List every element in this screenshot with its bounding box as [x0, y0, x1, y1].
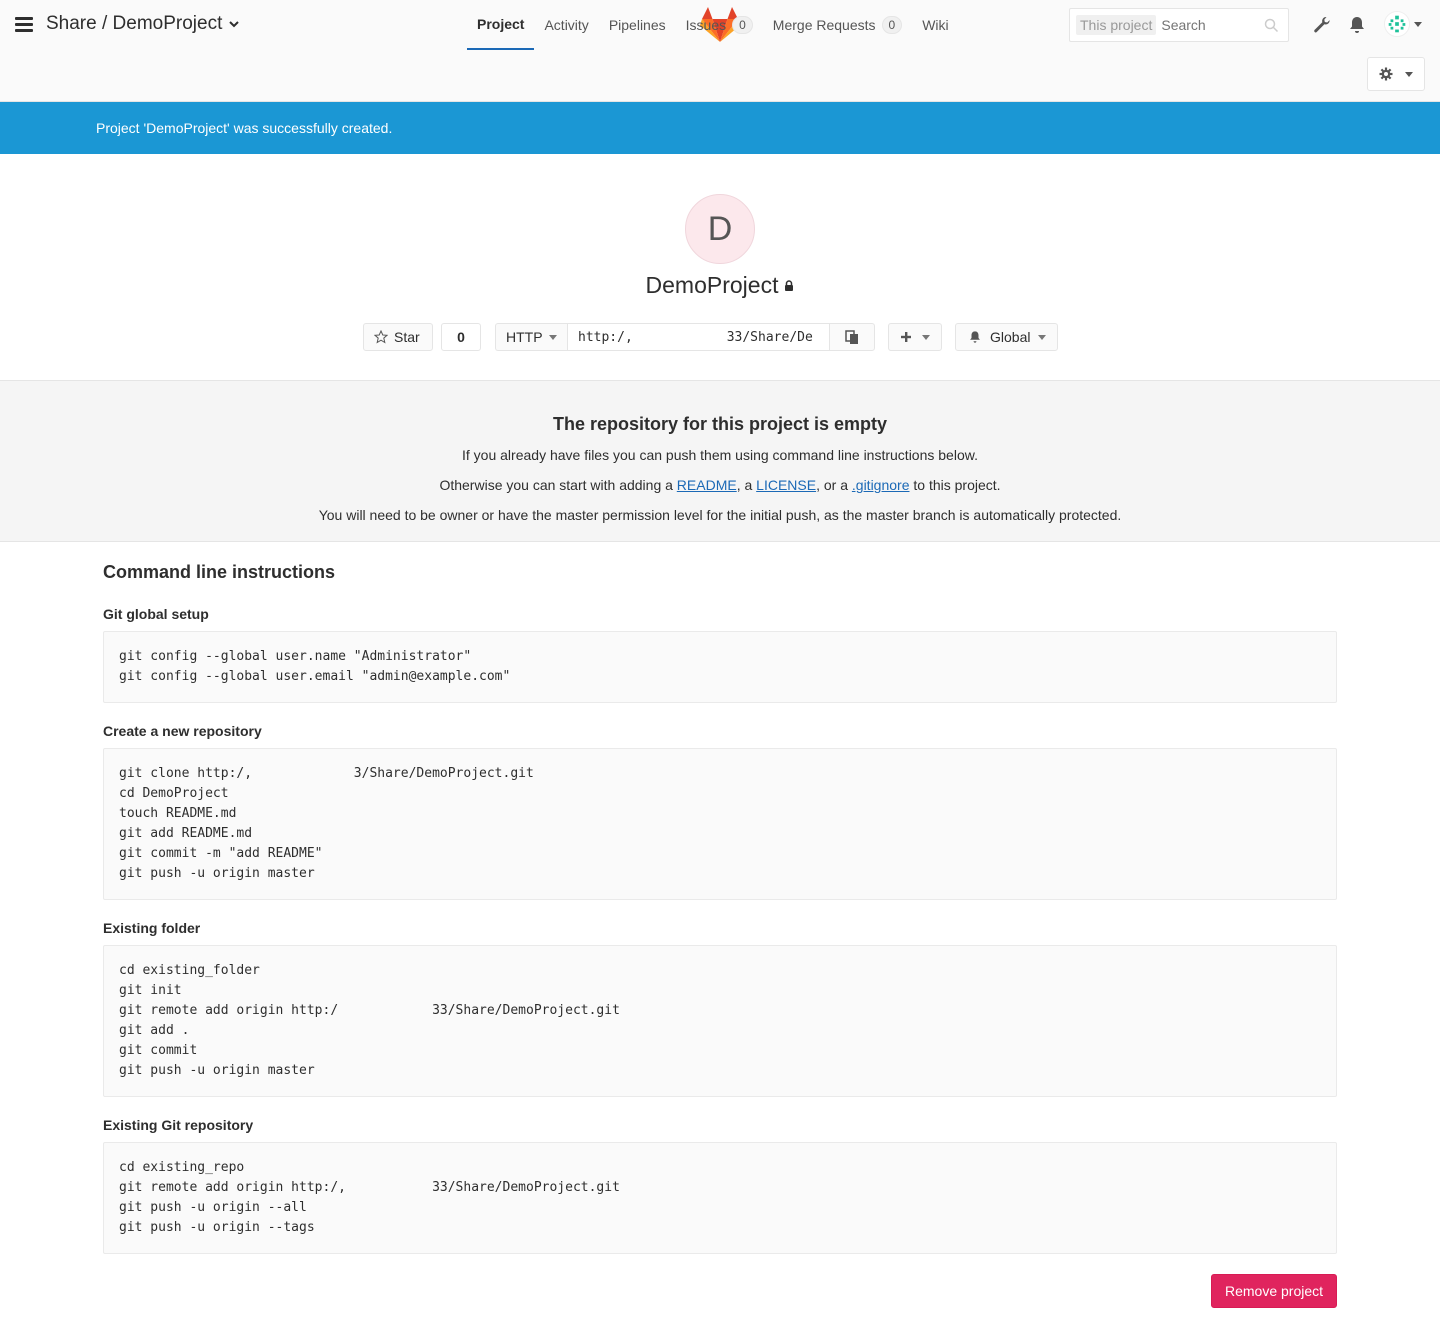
line2-sep: , a — [736, 477, 757, 493]
flash-notice: Project 'DemoProject' was successfully c… — [0, 102, 1440, 154]
copy-icon — [845, 329, 858, 344]
chevron-down-icon — [1405, 71, 1413, 77]
section-title-global-setup: Git global setup — [103, 606, 209, 622]
tab-activity[interactable]: Activity — [534, 0, 598, 50]
project-title: DemoProject — [0, 272, 1440, 299]
copy-url-button[interactable] — [829, 323, 875, 351]
line2-suffix: to this project. — [909, 477, 1001, 493]
license-link[interactable]: LICENSE — [756, 477, 816, 493]
tab-wiki[interactable]: Wiki — [912, 0, 958, 50]
line2-sep: , or a — [816, 477, 852, 493]
tab-pipelines[interactable]: Pipelines — [599, 0, 676, 50]
protocol-label: HTTP — [506, 329, 543, 345]
code-global-setup: git config --global user.name "Administr… — [103, 631, 1337, 703]
breadcrumb-text[interactable]: Share / DemoProject — [46, 13, 222, 35]
avatar-letter: D — [707, 209, 733, 248]
chevron-down-icon[interactable] — [228, 18, 240, 30]
empty-repo-line2: Otherwise you can start with adding a RE… — [0, 477, 1440, 493]
project-avatar: D — [685, 194, 755, 264]
notification-label: Global — [990, 329, 1031, 345]
issues-count-badge: 0 — [732, 16, 753, 34]
star-icon — [374, 330, 388, 344]
clone-protocol-dropdown[interactable]: HTTP — [495, 323, 568, 351]
chevron-down-icon — [548, 334, 557, 340]
notification-level-dropdown[interactable]: Global — [955, 323, 1058, 351]
tab-merge-requests[interactable]: Merge Requests 0 — [763, 0, 912, 50]
code-existing-folder: cd existing_folder git init git remote a… — [103, 945, 1337, 1097]
empty-repo-line3: You will need to be owner or have the ma… — [318, 507, 1122, 523]
search-icon — [1264, 18, 1279, 33]
search-scope-badge: This project — [1076, 15, 1157, 35]
code-existing-repo: cd existing_repo git remote add origin h… — [103, 1142, 1337, 1254]
top-header: Share / DemoProject This project Search … — [0, 0, 1440, 102]
tab-label: Pipelines — [608, 17, 666, 33]
menu-icon[interactable] — [15, 17, 33, 33]
section-title-new-repo: Create a new repository — [103, 723, 262, 739]
new-item-dropdown[interactable] — [888, 323, 942, 351]
chevron-down-icon — [922, 334, 930, 340]
star-count[interactable]: 0 — [441, 323, 481, 351]
tab-label: Issues — [685, 17, 727, 33]
section-title-existing-repo: Existing Git repository — [103, 1117, 254, 1133]
user-menu[interactable] — [1384, 11, 1422, 37]
gear-icon — [1379, 67, 1393, 81]
star-button[interactable]: Star — [363, 323, 433, 351]
project-tabs: Project Activity Pipelines Issues 0 Merge… — [467, 0, 959, 50]
project-name: DemoProject — [645, 272, 779, 298]
line2-prefix: Otherwise you can start with adding a — [439, 477, 677, 493]
bell-icon — [970, 331, 980, 343]
tab-label: Wiki — [922, 17, 949, 33]
search-input[interactable] — [1161, 17, 1258, 33]
plus-icon — [901, 332, 911, 342]
readme-link[interactable]: README — [677, 477, 737, 493]
code-new-repo: git clone http:/, 3/Share/DemoProject.gi… — [103, 748, 1337, 900]
lock-icon — [785, 280, 794, 291]
chevron-down-icon[interactable] — [1414, 21, 1422, 27]
tab-issues[interactable]: Issues 0 — [676, 0, 763, 50]
project-breadcrumb[interactable]: Share / DemoProject — [46, 13, 240, 35]
tab-project[interactable]: Project — [467, 0, 535, 50]
chevron-down-icon — [1038, 334, 1047, 340]
clone-url-input[interactable] — [567, 323, 830, 351]
tab-label: Activity — [544, 17, 589, 33]
user-avatar[interactable] — [1384, 11, 1410, 37]
remove-project-button[interactable]: Remove project — [1211, 1274, 1337, 1308]
cli-title: Command line instructions — [103, 562, 336, 582]
search-box[interactable]: This project — [1069, 8, 1289, 42]
mr-count-badge: 0 — [881, 16, 903, 34]
project-settings-button[interactable] — [1367, 57, 1425, 91]
empty-repo-title: The repository for this project is empty — [552, 414, 888, 434]
tab-label: Project — [477, 16, 525, 32]
empty-repo-line1: If you already have files you can push t… — [462, 447, 978, 463]
gitignore-link[interactable]: .gitignore — [852, 477, 910, 493]
empty-repo-panel: The repository for this project is empty… — [0, 380, 1440, 542]
section-title-existing-folder: Existing folder — [103, 920, 201, 936]
flash-message: Project 'DemoProject' was successfully c… — [96, 120, 393, 136]
star-label: Star — [394, 329, 420, 345]
tab-label: Merge Requests — [772, 17, 876, 33]
bell-icon[interactable] — [1347, 15, 1367, 35]
wrench-icon[interactable] — [1312, 15, 1332, 35]
